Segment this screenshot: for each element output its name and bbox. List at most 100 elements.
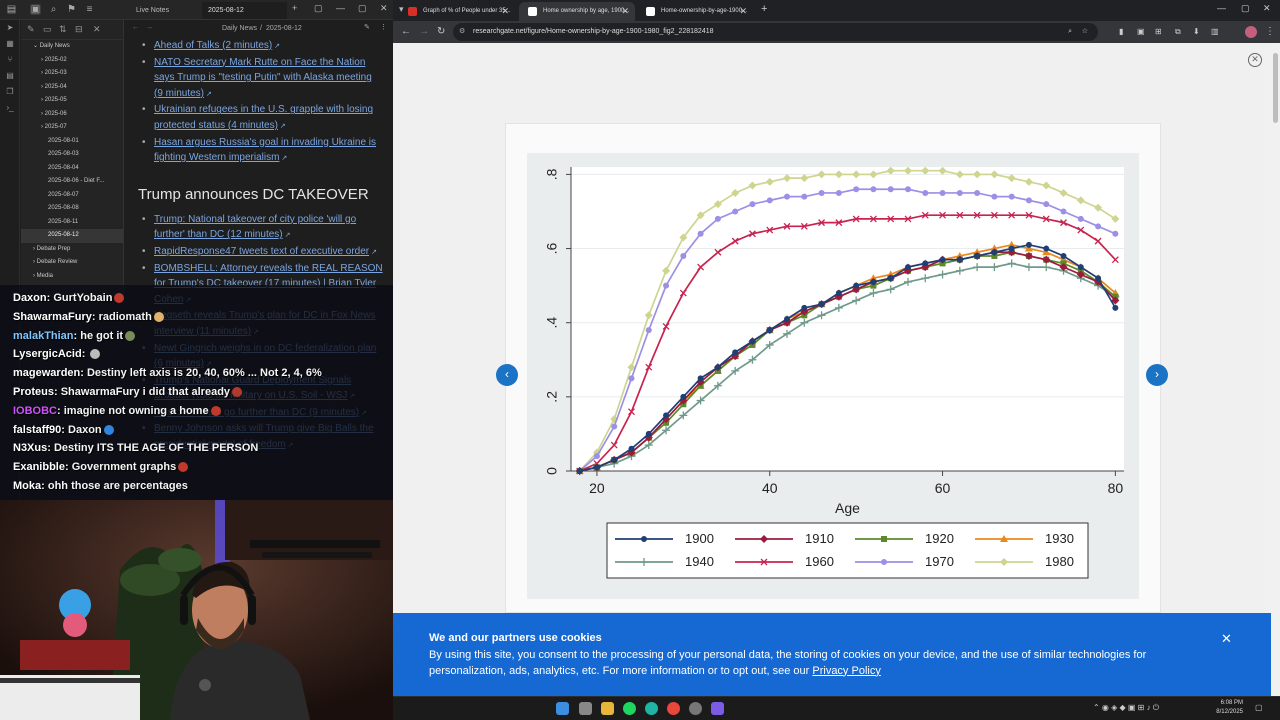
chat-username[interactable]: Exanibble [13, 461, 65, 473]
send-icon[interactable]: ➤ [0, 20, 20, 36]
tab-close-icon[interactable]: ✕ [739, 2, 747, 21]
browser-maximize-icon[interactable]: ▢ [1241, 3, 1250, 14]
chat-username[interactable]: Daxon [13, 292, 47, 304]
file-tree-item[interactable]: › 2025-06 [21, 108, 123, 122]
tab-list-icon[interactable]: ≡ [84, 4, 95, 15]
sidepanel-icon[interactable]: ▥ [1211, 24, 1219, 40]
browser-close-icon[interactable]: ✕ [1263, 3, 1271, 14]
browser-tab[interactable]: Home-ownership-by-age-1900... ✕ [637, 2, 753, 21]
close-figure-icon[interactable]: ✕ [1248, 53, 1262, 67]
new-tab-icon[interactable]: + [292, 3, 297, 13]
reload-icon[interactable]: ↻ [437, 24, 445, 40]
edit-icon[interactable]: ✎ [364, 23, 370, 31]
browser-tab[interactable]: Home ownership by age, 1900... ✕ [519, 2, 635, 21]
breadcrumb-folder[interactable]: Daily News [222, 25, 257, 32]
file-tree-item[interactable]: › 2025-02 [21, 54, 123, 68]
grid-icon[interactable]: ▦ [0, 36, 20, 52]
more-icon[interactable]: ⋮ [380, 23, 387, 31]
close-pane-icon[interactable]: ✕ [93, 24, 101, 35]
new-folder-icon[interactable]: ▭ [43, 24, 52, 35]
file-tree-item[interactable]: › 2025-03 [21, 67, 123, 81]
collapse-icon[interactable]: ⊟ [75, 24, 83, 35]
profile-avatar[interactable] [1245, 26, 1257, 38]
start-icon[interactable] [556, 702, 569, 715]
cookie-close-icon[interactable]: ✕ [1221, 631, 1232, 647]
task-view-icon[interactable] [579, 702, 592, 715]
forward-icon[interactable]: → [146, 24, 153, 31]
chat-username[interactable]: N3Xus [13, 442, 47, 454]
zoom-icon[interactable]: ⌕ [1068, 23, 1072, 41]
terminal-icon[interactable]: ›_ [0, 100, 20, 116]
browser-tab[interactable]: Graph of % of People under 35... ✕ [399, 2, 515, 21]
obs-icon[interactable] [689, 702, 702, 715]
file-tree-item[interactable]: › Media [21, 270, 123, 284]
file-tree-item[interactable]: ⌄ Daily News [21, 40, 123, 54]
new-tab-icon[interactable]: + [761, 3, 767, 15]
calendar-icon[interactable]: ▤ [0, 68, 20, 84]
chat-username[interactable]: Proteus [13, 386, 54, 398]
next-figure-button[interactable]: › [1146, 364, 1168, 386]
chat-username[interactable]: malakThian [13, 330, 74, 342]
clock[interactable]: 6:08 PM 8/12/2025 [1193, 699, 1243, 717]
extension-icon-1[interactable]: ▮ [1119, 24, 1123, 40]
file-tree-item[interactable]: 2025-08-03 [21, 148, 123, 162]
notification-icon[interactable]: ▢ [1255, 703, 1263, 712]
file-tree-item[interactable]: › 2025-07 [21, 121, 123, 135]
note-link[interactable]: Hasan argues Russia's goal in invading U… [154, 137, 376, 164]
note-link[interactable]: Ahead of Talks (2 minutes) [154, 40, 272, 51]
note-link[interactable]: Trump: National takeover of city police … [154, 214, 356, 241]
site-info-icon[interactable]: ⚙ [459, 23, 465, 41]
spotify-icon[interactable] [623, 702, 636, 715]
new-note-icon[interactable]: ✎ [27, 24, 35, 35]
chat-username[interactable]: ShawarmaFury [13, 311, 92, 323]
tab-close-icon[interactable]: ✕ [621, 2, 629, 21]
back-icon[interactable]: ← [401, 24, 411, 40]
forward-icon[interactable]: → [419, 24, 429, 40]
close-icon[interactable]: ✕ [380, 3, 388, 14]
files-icon[interactable]: ▣ [30, 4, 41, 15]
file-tree-item[interactable]: 2025-08-12 [21, 229, 123, 243]
sort-icon[interactable]: ⇅ [59, 24, 67, 35]
edge-icon[interactable] [645, 702, 658, 715]
bookmark-icon[interactable]: ⚑ [66, 4, 77, 15]
chat-username[interactable]: Moka [13, 480, 41, 492]
extension-icon-2[interactable]: ▣ [1137, 24, 1145, 40]
tab-close-icon[interactable]: ✕ [501, 2, 509, 21]
note-link[interactable]: NATO Secretary Mark Rutte on Face the Na… [154, 57, 372, 99]
extension-icon-3[interactable]: ⊞ [1155, 24, 1162, 40]
file-explorer-icon[interactable] [601, 702, 614, 715]
file-tree-item[interactable]: 2025-08-11 [21, 216, 123, 230]
file-tree-item[interactable]: › Debate Review [21, 256, 123, 270]
note-link[interactable]: RapidResponse47 tweets text of executive… [154, 246, 369, 257]
chat-username[interactable]: magewarden [13, 367, 80, 379]
chrome-icon[interactable] [667, 702, 680, 715]
file-tree-item[interactable]: 2025-08-08 [21, 202, 123, 216]
bookmark-star-icon[interactable]: ☆ [1082, 23, 1088, 41]
extensions-icon[interactable]: ⧉ [1175, 24, 1181, 40]
minimize-icon[interactable]: — [336, 3, 345, 13]
address-bar[interactable]: ⚙ researchgate.net/figure/Home-ownership… [453, 23, 1098, 41]
maximize-icon[interactable]: ▢ [358, 3, 367, 14]
breadcrumb-file[interactable]: 2025-08-12 [266, 25, 302, 32]
obsidian-icon[interactable] [711, 702, 724, 715]
file-tree-item[interactable]: › 2025-04 [21, 81, 123, 95]
chat-username[interactable]: LysergicAcid [13, 348, 82, 360]
downloads-icon[interactable]: ⬇ [1193, 24, 1200, 40]
file-tree-item[interactable]: › Debate Prep [21, 243, 123, 257]
privacy-policy-link[interactable]: Privacy Policy [812, 665, 880, 677]
tray-icons[interactable]: ⌃ ◉ ◈ ◆ ▣ ⊞ ♪ ⏻ [1093, 703, 1159, 713]
layout-icon[interactable]: ▢ [314, 3, 323, 14]
file-tree-item[interactable]: › 2025-05 [21, 94, 123, 108]
tab-live-notes[interactable]: Live Notes [130, 2, 200, 19]
page-icon[interactable]: ❐ [0, 84, 20, 100]
file-tree-item[interactable]: 2025-08-07 [21, 189, 123, 203]
prev-figure-button[interactable]: ‹ [496, 364, 518, 386]
search-icon[interactable]: ⌕ [48, 4, 59, 15]
tab-current-note[interactable]: 2025-08-12 [202, 2, 287, 19]
file-tree-item[interactable]: 2025-08-06 - Diet F... [21, 175, 123, 189]
chat-username[interactable]: IOBOBC [13, 405, 57, 417]
chat-username[interactable]: falstaff90 [13, 424, 61, 436]
git-icon[interactable]: ⑂ [0, 52, 20, 68]
back-icon[interactable]: ← [132, 24, 139, 31]
sidebar-toggle-icon[interactable]: ▤ [6, 4, 17, 15]
